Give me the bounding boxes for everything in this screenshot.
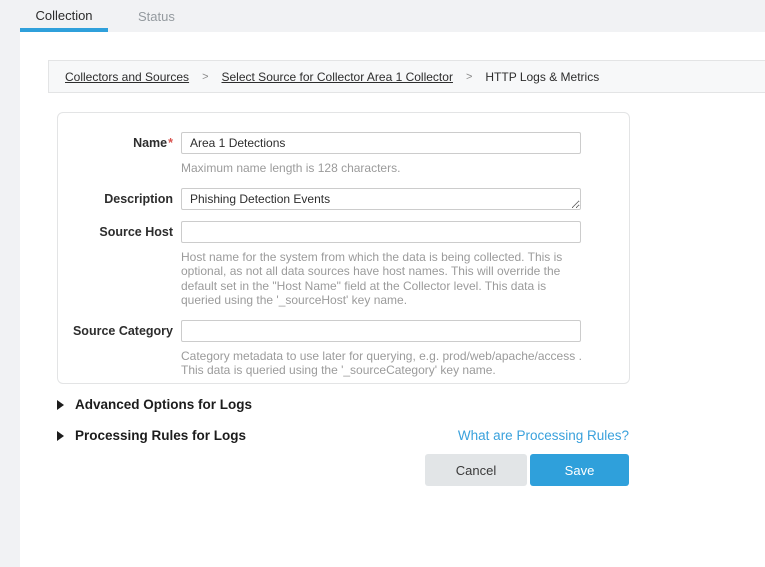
- description-label: Description: [58, 188, 181, 206]
- save-button[interactable]: Save: [530, 454, 629, 486]
- what-are-processing-rules-link[interactable]: What are Processing Rules?: [458, 428, 629, 443]
- name-input[interactable]: [181, 132, 581, 154]
- name-hint: Maximum name length is 128 characters.: [181, 161, 583, 176]
- processing-rules-label: Processing Rules for Logs: [75, 428, 246, 443]
- breadcrumb-collectors-and-sources[interactable]: Collectors and Sources: [65, 70, 189, 84]
- breadcrumb: Collectors and Sources > Select Source f…: [48, 60, 765, 93]
- tab-bar: Collection Status: [0, 0, 765, 32]
- description-row: Description: [58, 188, 629, 210]
- source-host-input[interactable]: [181, 221, 581, 243]
- source-category-label: Source Category: [58, 320, 181, 338]
- processing-rules-expander[interactable]: Processing Rules for Logs: [57, 428, 246, 443]
- description-textarea[interactable]: [181, 188, 581, 210]
- content-panel: Collectors and Sources > Select Source f…: [20, 32, 765, 567]
- breadcrumb-current-page: HTTP Logs & Metrics: [485, 70, 599, 84]
- source-config-form: Name* Maximum name length is 128 charact…: [57, 112, 630, 384]
- source-category-input[interactable]: [181, 320, 581, 342]
- breadcrumb-select-source[interactable]: Select Source for Collector Area 1 Colle…: [222, 70, 453, 84]
- source-host-row: Source Host: [58, 221, 629, 243]
- tab-status[interactable]: Status: [126, 0, 187, 32]
- source-host-label: Source Host: [58, 221, 181, 239]
- source-host-hint: Host name for the system from which the …: [181, 250, 583, 308]
- source-category-row: Source Category: [58, 320, 629, 342]
- breadcrumb-separator-icon: >: [466, 71, 472, 83]
- form-actions: Cancel Save: [425, 454, 629, 486]
- tab-collection-label: Collection: [35, 8, 92, 23]
- expand-triangle-icon: [57, 400, 64, 410]
- expand-triangle-icon: [57, 431, 64, 441]
- source-category-hint: Category metadata to use later for query…: [181, 349, 583, 378]
- advanced-options-expander[interactable]: Advanced Options for Logs: [57, 397, 252, 412]
- tab-status-label: Status: [138, 9, 175, 24]
- cancel-button[interactable]: Cancel: [425, 454, 527, 486]
- advanced-options-label: Advanced Options for Logs: [75, 397, 252, 412]
- required-asterisk: *: [168, 136, 173, 150]
- name-label: Name*: [58, 132, 181, 150]
- breadcrumb-separator-icon: >: [202, 71, 208, 83]
- name-row: Name*: [58, 132, 629, 154]
- tab-collection[interactable]: Collection: [20, 0, 108, 32]
